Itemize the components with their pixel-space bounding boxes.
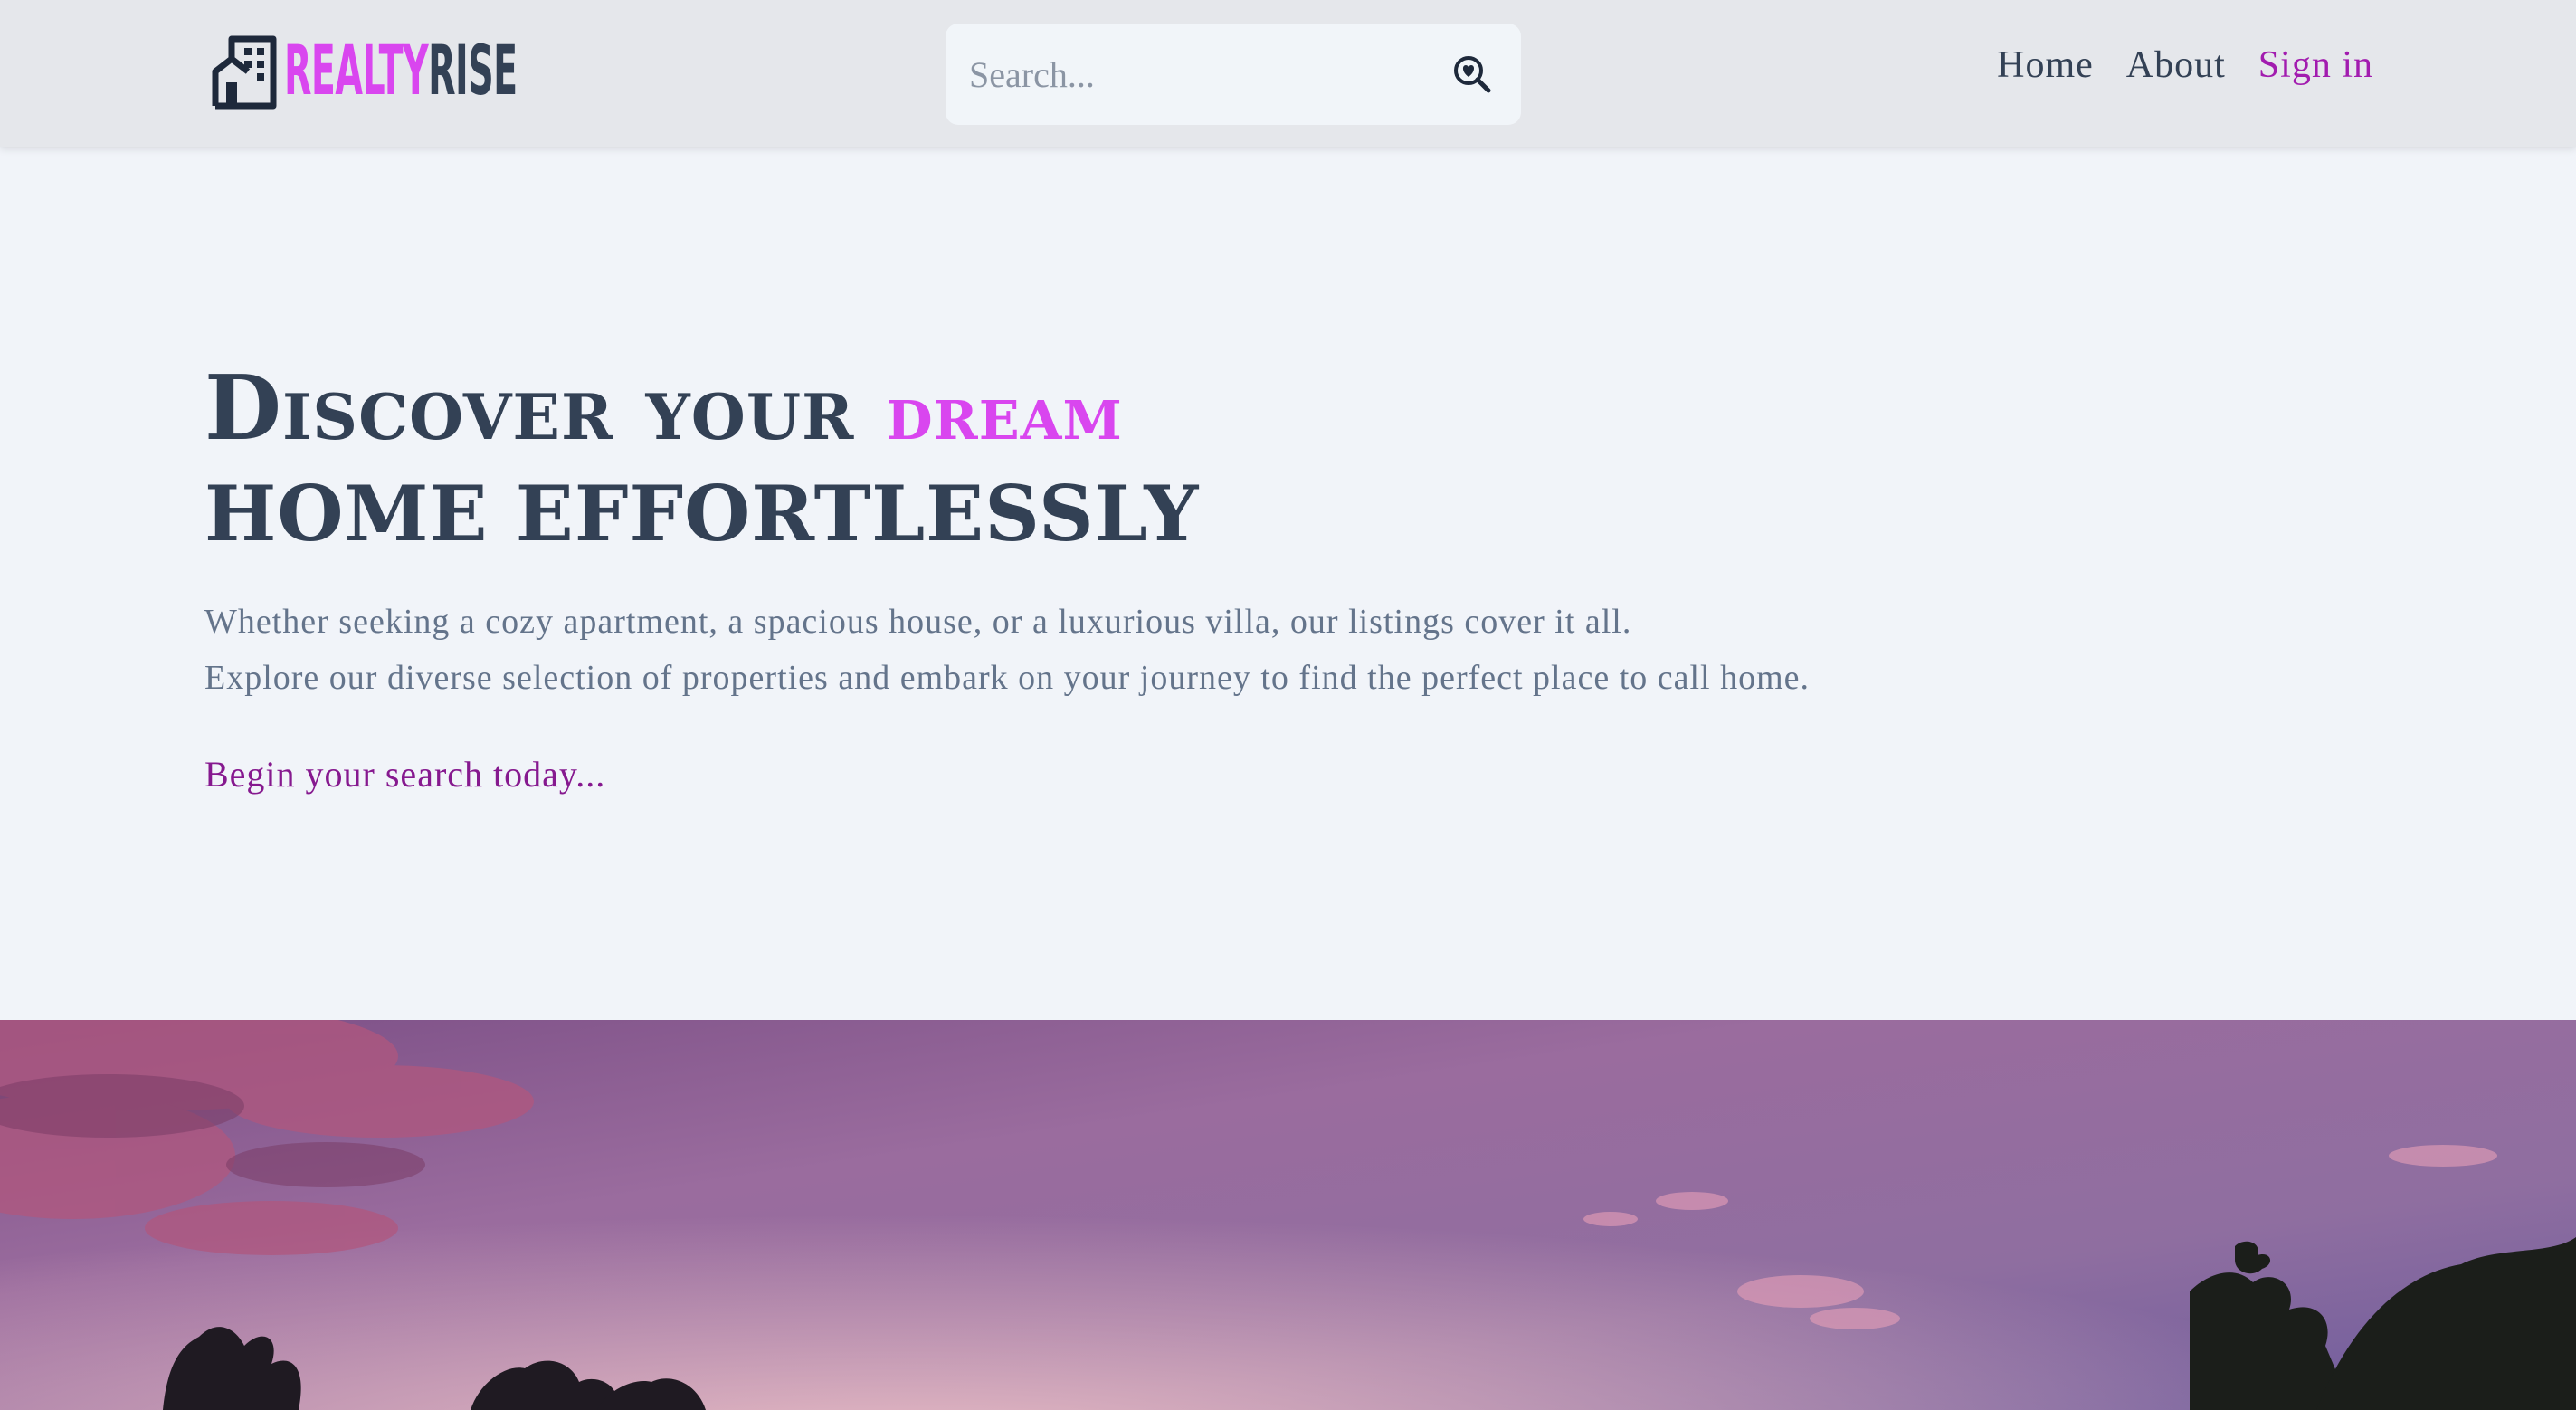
hero-description: Whether seeking a cozy apartment, a spac… (204, 594, 2286, 706)
nav-link-sign-in[interactable]: Sign in (2258, 43, 2373, 87)
hero-description-line2: Explore our diverse selection of propert… (204, 659, 1811, 697)
hero-title: Discover your dream home effortlessly (204, 360, 1833, 563)
hero-title-accent: dream (886, 367, 1123, 457)
hero-description-line1: Whether seeking a cozy apartment, a spac… (204, 603, 1632, 641)
search-form (946, 24, 1521, 125)
nav-link-about[interactable]: About (2126, 43, 2226, 87)
search-button[interactable] (1447, 49, 1497, 100)
nav-link-home[interactable]: Home (1997, 43, 2094, 87)
main-nav: Home About Sign in (1997, 43, 2373, 87)
logo-wordmark: REALTYRISE (284, 36, 518, 105)
sunset-banner-image (0, 1020, 2576, 1410)
logo-text-realty: REALTY (284, 30, 429, 110)
hero-title-line2: home effortlessly (204, 469, 1200, 558)
search-input[interactable] (969, 52, 1447, 96)
site-header: REALTYRISE Home About Sign in (0, 0, 2576, 147)
hero-title-line1: Discover your dream (204, 357, 1123, 461)
site-logo[interactable]: REALTYRISE (210, 29, 732, 112)
begin-search-link[interactable]: Begin your search today... (204, 753, 605, 796)
building-icon (212, 35, 277, 110)
sunset-illustration (0, 1020, 2576, 1410)
hero-title-prefix: Discover your (204, 357, 855, 461)
search-heart-icon (1454, 56, 1491, 93)
logo-text-rise: RISE (428, 30, 518, 110)
